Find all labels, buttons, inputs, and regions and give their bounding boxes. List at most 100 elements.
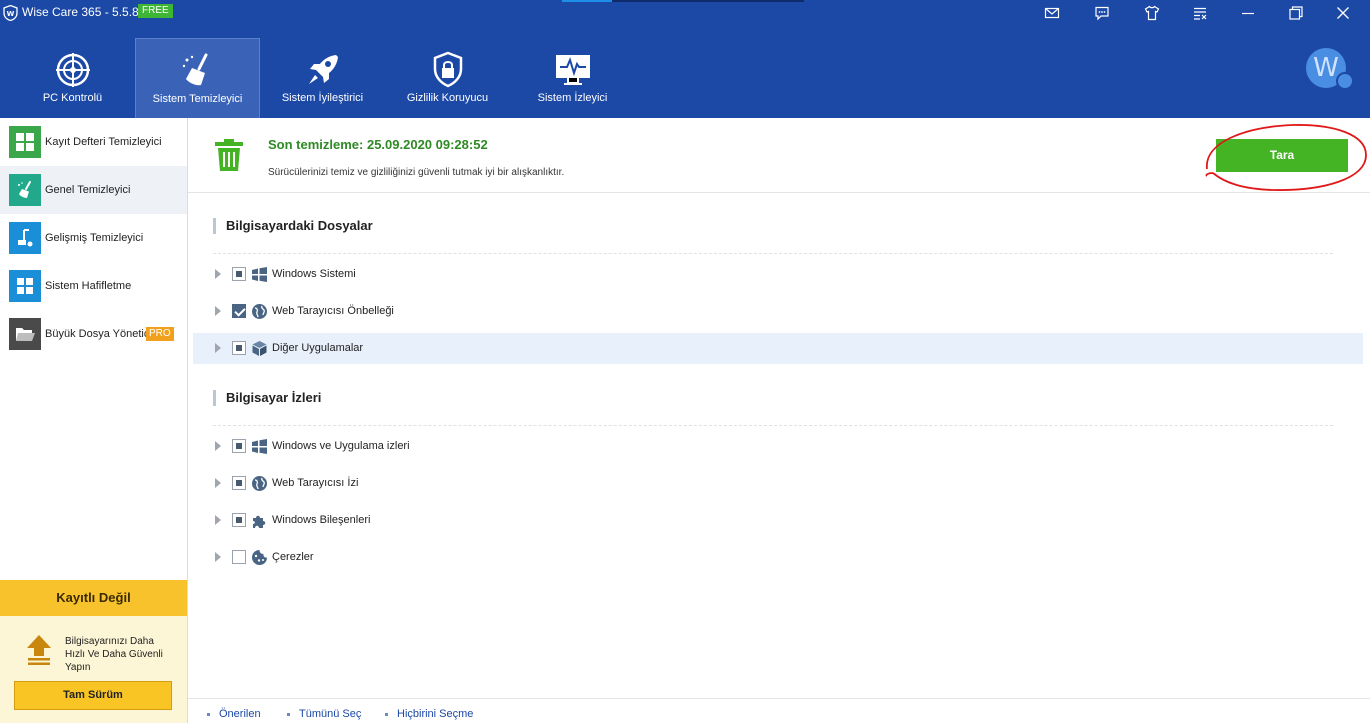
list-item-label: Web Tarayıcısı İzi (272, 477, 359, 489)
list-item-label: Windows Sistemi (272, 268, 356, 280)
nav-label: Gizlilik Koruyucu (406, 92, 489, 104)
last-clean-time: Son temizleme: 25.09.2020 09:28:52 (268, 137, 488, 152)
list-item[interactable]: Diğer Uygulamalar (193, 333, 1363, 364)
minimize-icon[interactable] (1237, 3, 1259, 23)
checkbox[interactable] (232, 304, 246, 318)
list-item-label: Web Tarayıcısı Önbelleği (272, 305, 394, 317)
folder-icon (9, 318, 41, 350)
broom-icon (9, 174, 41, 206)
sidebar-item-label: Sistem Hafifletme (45, 280, 132, 292)
sidebar-item-advanced-cleaner[interactable]: Gelişmiş Temizleyici (0, 214, 187, 262)
sidebar: Kayıt Defteri Temizleyici Genel Temizley… (0, 118, 188, 723)
checkbox[interactable] (232, 341, 246, 355)
sidebar-item-system-slimming[interactable]: Sistem Hafifletme (0, 262, 187, 310)
nav-label: PC Kontrolü (42, 92, 103, 104)
registry-icon (9, 126, 41, 158)
expand-caret-icon[interactable] (215, 269, 221, 279)
settings-menu-icon[interactable] (1189, 3, 1211, 23)
radar-icon (55, 53, 90, 87)
checkbox[interactable] (232, 513, 246, 527)
sidebar-item-large-file-manager[interactable]: Büyük Dosya Yönetic PRO (0, 310, 187, 358)
list-item[interactable]: Windows Bileşenleri (193, 505, 1363, 536)
globe-icon (252, 476, 267, 491)
globe-icon (252, 304, 267, 319)
puzzle-icon (253, 515, 266, 528)
sidebar-item-general-cleaner[interactable]: Genel Temizleyici (0, 166, 187, 214)
select-none-link[interactable]: Hiçbirini Seçme (384, 708, 473, 720)
windows-icon (9, 270, 41, 302)
nav-gizlilik-koruyucu[interactable]: Gizlilik Koruyucu (385, 38, 510, 118)
nav-label: Sistem İyileştirici (281, 92, 364, 104)
sidebar-item-label: Büyük Dosya Yönetic (45, 328, 150, 340)
svg-text:W: W (7, 10, 15, 18)
nav-label: Sistem Temizleyici (152, 93, 243, 105)
shield-lock-icon (433, 51, 462, 88)
sidebar-item-label: Kayıt Defteri Temizleyici (45, 136, 162, 148)
mail-icon[interactable] (1041, 3, 1063, 23)
list-item-label: Çerezler (272, 551, 314, 563)
broom-icon (182, 53, 207, 86)
group-title-files: Bilgisayardaki Dosyalar (213, 218, 373, 234)
list-item-label: Windows Bileşenleri (272, 514, 371, 526)
registration-panel: Kayıtlı Değil Bilgisayarınızı Daha Hızlı… (0, 580, 187, 723)
sidebar-item-label: Gelişmiş Temizleyici (45, 232, 144, 244)
nav-sistem-temizleyici[interactable]: Sistem Temizleyici (135, 38, 260, 118)
list-item[interactable]: Web Tarayıcısı İzi (193, 468, 1363, 499)
list-item[interactable]: Windows Sistemi (193, 259, 1363, 290)
free-badge: FREE (138, 4, 173, 18)
expand-caret-icon[interactable] (215, 515, 221, 525)
list-item[interactable]: Çerezler (193, 542, 1363, 573)
list-item-label: Windows ve Uygulama izleri (272, 440, 410, 452)
close-icon[interactable] (1332, 3, 1354, 23)
trash-icon (215, 139, 243, 171)
checkbox[interactable] (232, 267, 246, 281)
expand-caret-icon[interactable] (215, 306, 221, 316)
main-content: Son temizleme: 25.09.2020 09:28:52 Sürüc… (188, 118, 1370, 723)
footer-bar: Önerilen Tümünü Seç Hiçbirini Seçme (188, 698, 1370, 723)
list-item[interactable]: Web Tarayıcısı Önbelleği (193, 296, 1363, 327)
expand-caret-icon[interactable] (215, 478, 221, 488)
checkbox[interactable] (232, 550, 246, 564)
cube-icon (252, 341, 267, 356)
group-title-traces: Bilgisayar İzleri (213, 390, 321, 406)
full-version-button[interactable]: Tam Sürüm (14, 681, 172, 710)
recommended-link[interactable]: Önerilen (207, 708, 261, 720)
vacuum-icon (9, 222, 41, 254)
app-header: W Wise Care 365 - 5.5.8 FREE PC Kontrolü… (0, 0, 1370, 118)
expand-caret-icon[interactable] (215, 441, 221, 451)
nav-label: Sistem İzleyici (537, 92, 608, 104)
registration-message: Bilgisayarınızı Daha Hızlı Ve Daha Güven… (65, 636, 163, 673)
nav-sistem-iyilestirici[interactable]: Sistem İyileştirici (260, 38, 385, 118)
nav-pc-kontrolu[interactable]: PC Kontrolü (10, 38, 135, 118)
message-icon[interactable] (1091, 3, 1113, 23)
windows-flag-icon (252, 267, 267, 282)
checkbox[interactable] (232, 476, 246, 490)
red-circle-annotation (1205, 124, 1367, 191)
divider (213, 253, 1333, 254)
avatar-status-dot (1336, 72, 1354, 90)
list-item-label: Diğer Uygulamalar (272, 342, 364, 354)
pro-badge: PRO (146, 327, 174, 341)
skin-icon[interactable] (1141, 3, 1163, 23)
nav-sistem-izleyici[interactable]: Sistem İzleyici (510, 38, 635, 118)
registration-title: Kayıtlı Değil (0, 580, 187, 616)
summary-panel: Son temizleme: 25.09.2020 09:28:52 Sürüc… (188, 118, 1370, 193)
sidebar-item-registry-cleaner[interactable]: Kayıt Defteri Temizleyici (0, 118, 187, 166)
rocket-icon (308, 55, 338, 84)
divider (213, 425, 1333, 426)
title-bar: W Wise Care 365 - 5.5.8 FREE (0, 0, 1370, 26)
upgrade-arrow-icon (27, 635, 51, 665)
app-title: Wise Care 365 - 5.5.8 (22, 5, 139, 19)
monitor-pulse-icon (555, 55, 590, 85)
list-item[interactable]: Windows ve Uygulama izleri (193, 431, 1363, 462)
checkbox[interactable] (232, 439, 246, 453)
app-logo-icon: W (3, 5, 18, 21)
tab-strip-indicator-active (562, 0, 612, 2)
sidebar-item-label: Genel Temizleyici (45, 184, 131, 196)
select-all-link[interactable]: Tümünü Seç (286, 708, 361, 720)
expand-caret-icon[interactable] (215, 552, 221, 562)
main-nav: PC Kontrolü Sistem Temizleyici Sistem İy… (10, 38, 635, 118)
restore-icon[interactable] (1285, 3, 1307, 23)
summary-text: Sürücülerinizi temiz ve gizliliğinizi gü… (268, 167, 565, 178)
expand-caret-icon[interactable] (215, 343, 221, 353)
